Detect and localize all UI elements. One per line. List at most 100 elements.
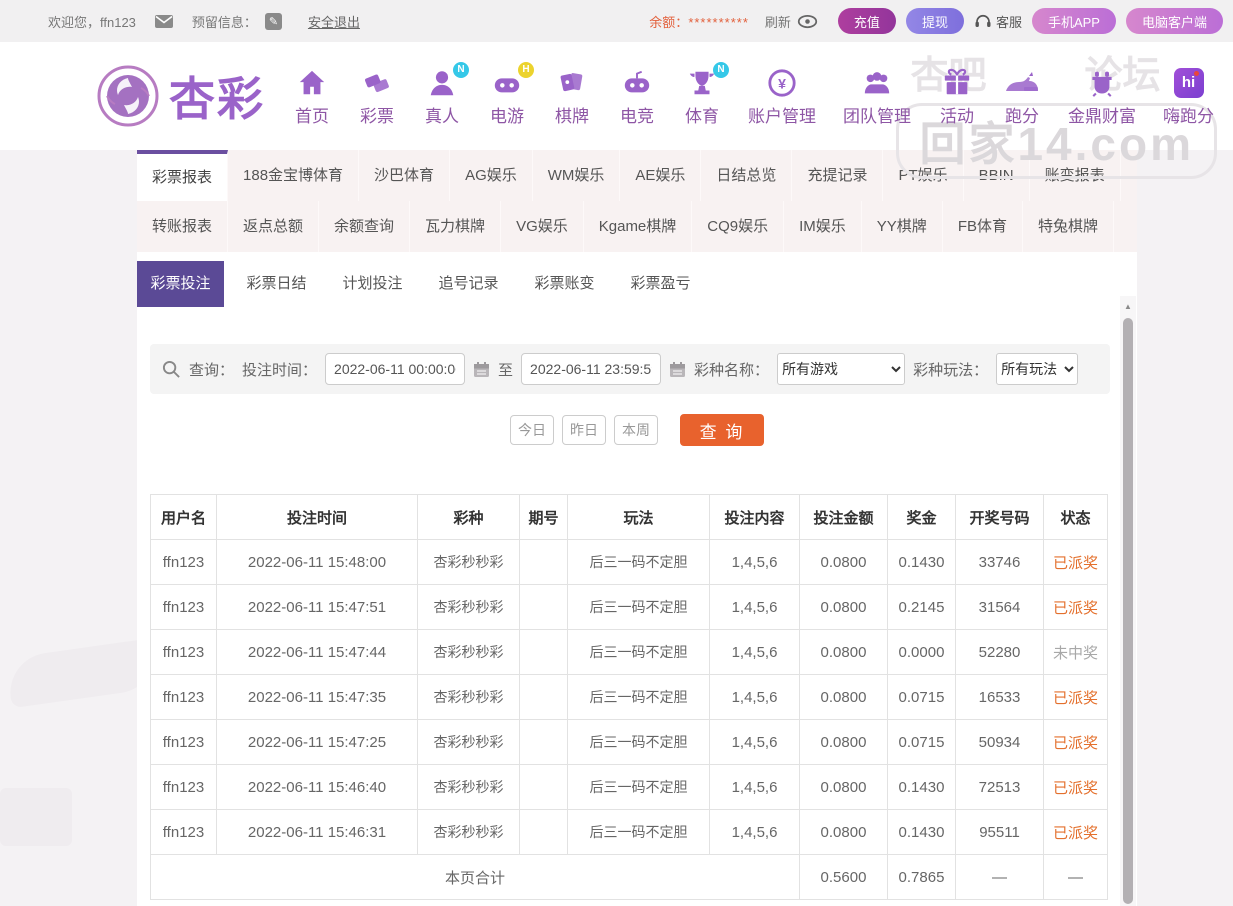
tab-transfer-report[interactable]: 转账报表 <box>137 201 228 252</box>
tab-ae-entertainment[interactable]: AE娱乐 <box>620 150 701 201</box>
search-bar: 查询： 投注时间： 至 彩种名称： 所有游戏 彩种玩法： 所有玩法 <box>150 344 1110 394</box>
tab-lottery-report[interactable]: 彩票报表 <box>137 150 228 201</box>
table-header-row: 用户名 投注时间 彩种 期号 玩法 投注内容 投注金额 奖金 开奖号码 状态 <box>151 495 1108 540</box>
badge-n: N <box>713 62 729 78</box>
nav-item-lottery[interactable]: 彩票 <box>358 66 396 127</box>
col-issue: 期号 <box>520 495 568 540</box>
customer-service-label[interactable]: 客服 <box>996 12 1022 31</box>
balance-label: 余额： <box>649 15 688 30</box>
edit-pencil-icon[interactable]: ✎ <box>265 13 282 30</box>
nav-item-chess[interactable]: 棋牌 <box>553 66 591 127</box>
badge-n: N <box>453 62 469 78</box>
refresh-control[interactable]: 刷新 <box>765 12 818 31</box>
nav-item-account[interactable]: ¥ 账户管理 <box>748 66 816 127</box>
query-label: 查询： <box>189 359 234 380</box>
team-people-icon <box>858 66 896 100</box>
nav-item-hi-paofen[interactable]: hi 嗨跑分 <box>1163 66 1214 127</box>
tab-daily-summary[interactable]: 日结总览 <box>701 150 792 201</box>
tab-cq9-entertainment[interactable]: CQ9娱乐 <box>692 201 784 252</box>
page-total-label: 本页合计 <box>151 855 800 900</box>
table-row: ffn1232022-06-11 15:46:31杏彩秒秒彩后三一码不定胆1,4… <box>151 810 1108 855</box>
subtab-chase-records[interactable]: 追号记录 <box>425 261 512 307</box>
calendar-icon[interactable] <box>473 361 490 378</box>
nav-item-activity[interactable]: 活动 <box>938 66 976 127</box>
scrollbar-up-arrow[interactable]: ▲ <box>1120 296 1136 311</box>
tab-deposit-withdraw-records[interactable]: 充提记录 <box>792 150 883 201</box>
col-bet-content: 投注内容 <box>710 495 800 540</box>
game-select[interactable]: 所有游戏 <box>777 353 905 385</box>
logout-link[interactable]: 安全退出 <box>308 12 360 31</box>
subtab-lottery-profit[interactable]: 彩票盈亏 <box>617 261 704 307</box>
tab-fb-sports[interactable]: FB体育 <box>943 201 1023 252</box>
refresh-label[interactable]: 刷新 <box>765 12 791 31</box>
subtab-lottery-daily[interactable]: 彩票日结 <box>233 261 320 307</box>
trophy-icon: N <box>683 66 721 100</box>
pc-client-button[interactable]: 电脑客户端 <box>1126 8 1223 34</box>
tab-tetu-chess[interactable]: 特兔棋牌 <box>1023 201 1114 252</box>
col-play: 玩法 <box>568 495 710 540</box>
status-badge: 已派奖 <box>1044 765 1108 810</box>
treasure-ding-icon <box>1083 66 1121 100</box>
nav-item-home[interactable]: 首页 <box>293 66 331 127</box>
today-button[interactable]: 今日 <box>510 415 554 445</box>
scrollbar-thumb[interactable] <box>1123 318 1133 904</box>
bets-table: 用户名 投注时间 彩种 期号 玩法 投注内容 投注金额 奖金 开奖号码 状态 f <box>150 494 1108 900</box>
table-row: ffn1232022-06-11 15:47:44杏彩秒秒彩后三一码不定胆1,4… <box>151 630 1108 675</box>
table-row: ffn1232022-06-11 15:47:35杏彩秒秒彩后三一码不定胆1,4… <box>151 675 1108 720</box>
nav-item-egames[interactable]: H 电游 <box>488 66 526 127</box>
withdraw-button[interactable]: 提现 <box>906 8 964 34</box>
status-badge: 已派奖 <box>1044 720 1108 765</box>
report-tabs-row-2: 转账报表 返点总额 余额查询 瓦力棋牌 VG娱乐 Kgame棋牌 CQ9娱乐 I… <box>137 201 1137 252</box>
message-envelope-icon[interactable] <box>154 13 174 30</box>
customer-service[interactable]: 客服 <box>974 12 1022 31</box>
bet-time-from-input[interactable] <box>325 353 465 385</box>
subtab-plan-bet[interactable]: 计划投注 <box>329 261 416 307</box>
ticket-icon <box>358 66 396 100</box>
bet-time-to-input[interactable] <box>521 353 661 385</box>
svg-text:¥: ¥ <box>778 75 786 91</box>
table-footer-row: 本页合计 0.5600 0.7865 — — <box>151 855 1108 900</box>
calendar-icon[interactable] <box>669 361 686 378</box>
nav-item-paofen[interactable]: 跑分 <box>1003 66 1041 127</box>
page: 欢迎您，ffn123 预留信息： ✎ 安全退出 余额：********** 刷新… <box>0 0 1233 906</box>
tab-balance-query[interactable]: 余额查询 <box>319 201 410 252</box>
vertical-scrollbar[interactable]: ▲ <box>1120 296 1136 906</box>
tab-wali-chess[interactable]: 瓦力棋牌 <box>410 201 501 252</box>
page-total-prize: 0.7865 <box>888 855 956 900</box>
col-prize: 奖金 <box>888 495 956 540</box>
recharge-button[interactable]: 充值 <box>838 8 896 34</box>
mobile-app-button[interactable]: 手机APP <box>1032 8 1116 34</box>
tab-vg-entertainment[interactable]: VG娱乐 <box>501 201 584 252</box>
nav-item-jinding-wealth[interactable]: 金鼎财富 <box>1068 66 1136 127</box>
table-row: ffn1232022-06-11 15:48:00杏彩秒秒彩后三一码不定胆1,4… <box>151 540 1108 585</box>
nav-item-team[interactable]: 团队管理 <box>843 66 911 127</box>
tab-ag-entertainment[interactable]: AG娱乐 <box>450 150 533 201</box>
lottery-subtabs: 彩票投注 彩票日结 计划投注 追号记录 彩票账变 彩票盈亏 <box>137 261 1137 307</box>
this-week-button[interactable]: 本周 <box>614 415 658 445</box>
yesterday-button[interactable]: 昨日 <box>562 415 606 445</box>
gamepad-icon: H <box>488 66 526 100</box>
subtab-lottery-bet[interactable]: 彩票投注 <box>137 261 224 307</box>
tab-yy-chess[interactable]: YY棋牌 <box>862 201 943 252</box>
nav-item-esports[interactable]: 电竞 <box>618 66 656 127</box>
subtab-lottery-account-change[interactable]: 彩票账变 <box>521 261 608 307</box>
play-type-label: 彩种玩法： <box>913 359 988 380</box>
tab-shaba-sports[interactable]: 沙巴体育 <box>359 150 450 201</box>
table-row: ffn1232022-06-11 15:46:40杏彩秒秒彩后三一码不定胆1,4… <box>151 765 1108 810</box>
cards-icon <box>553 66 591 100</box>
tab-im-entertainment[interactable]: IM娱乐 <box>784 201 862 252</box>
tab-wm-entertainment[interactable]: WM娱乐 <box>533 150 621 201</box>
tab-188-sports[interactable]: 188金宝博体育 <box>228 150 359 201</box>
tab-rebate-total[interactable]: 返点总额 <box>228 201 319 252</box>
query-button[interactable]: 查 询 <box>680 414 764 446</box>
brand-logo[interactable]: 杏彩 <box>95 63 265 129</box>
gift-icon <box>938 66 976 100</box>
nav-item-sports[interactable]: N 体育 <box>683 66 721 127</box>
brand-emblem-icon <box>95 63 161 129</box>
main-panel: 彩票报表 188金宝博体育 沙巴体育 AG娱乐 WM娱乐 AE娱乐 日结总览 充… <box>137 150 1137 906</box>
status-badge: 已派奖 <box>1044 540 1108 585</box>
play-select[interactable]: 所有玩法 <box>996 353 1078 385</box>
tab-kgame-chess[interactable]: Kgame棋牌 <box>584 201 693 252</box>
bet-time-label: 投注时间： <box>242 359 317 380</box>
nav-item-live[interactable]: N 真人 <box>423 66 461 127</box>
